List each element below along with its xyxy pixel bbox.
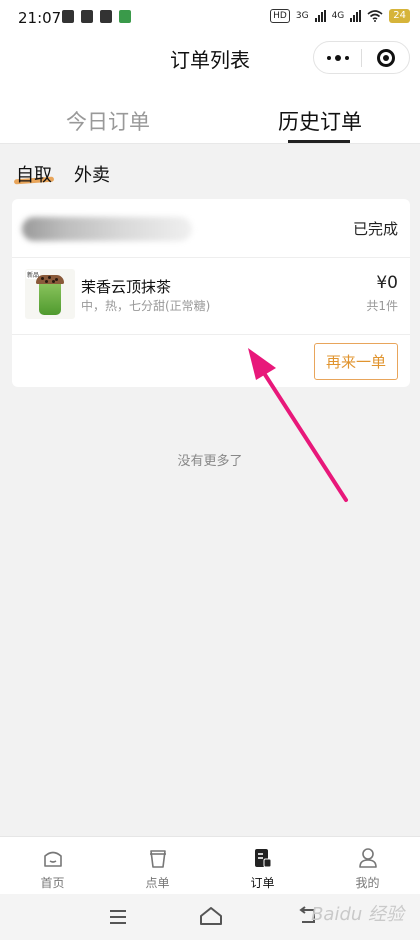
battery-icon: 24 — [389, 9, 410, 23]
signal-icon-2 — [350, 10, 362, 22]
cup-icon — [150, 850, 166, 868]
game-notification-icon — [119, 10, 131, 23]
bottom-tab-bar: 首页 点单 订单 我的 — [0, 836, 420, 894]
message-notification-icon — [100, 10, 112, 23]
product-spec: 中，热，七分甜(正常糖) — [81, 299, 211, 313]
tab-pickup[interactable]: 自取 — [16, 161, 52, 187]
reorder-button[interactable]: 再来一单 — [314, 343, 398, 380]
tab-today-orders[interactable]: 今日订单 — [66, 106, 150, 136]
network-4g-label: 4G — [331, 11, 345, 21]
hd-icon: HD — [270, 9, 290, 23]
no-more-text: 没有更多了 — [177, 454, 243, 469]
lock-notification-icon — [81, 10, 93, 23]
tab-profile[interactable]: 我的 — [315, 837, 420, 895]
home-icon — [44, 851, 62, 867]
cup-topping — [36, 275, 64, 284]
tab-menu-label: 点单 — [145, 876, 170, 890]
mini-program-capsule — [313, 41, 410, 74]
tab-orders[interactable]: 订单 — [210, 837, 315, 895]
user-icon — [359, 848, 377, 868]
system-nav-bar: Baidu 经验 — [0, 894, 420, 940]
notification-icons — [62, 10, 131, 23]
status-bar: 21:07 HD 3G 4G 24 — [0, 0, 420, 36]
product-name: 茉香云顶抹茶 — [81, 278, 172, 296]
more-button[interactable] — [314, 42, 361, 73]
order-card[interactable]: 已完成 新品 茉香云顶抹茶 中，热，七分甜(正常糖) ¥0 共1件 再来一单 — [12, 199, 410, 387]
tab-history-orders[interactable]: 历史订单 — [278, 106, 362, 136]
status-time: 21:07 — [18, 9, 62, 27]
system-status-icons: HD 3G 4G 24 — [270, 9, 410, 23]
network-3g-label: 3G — [295, 11, 309, 21]
tab-home[interactable]: 首页 — [0, 837, 105, 895]
product-price: ¥0 — [376, 273, 398, 293]
tab-profile-label: 我的 — [355, 876, 380, 890]
card-divider — [12, 257, 410, 258]
page-header: 订单列表 — [0, 36, 420, 86]
order-type-tabs: 自取 外卖 — [0, 144, 420, 194]
tab-menu[interactable]: 点单 — [105, 837, 210, 895]
tab-orders-label: 订单 — [250, 876, 275, 890]
order-status: 已完成 — [352, 220, 398, 238]
active-tab-indicator — [288, 140, 350, 143]
home-nav-icon[interactable] — [199, 906, 223, 926]
card-divider-bottom — [12, 334, 410, 335]
signal-icon — [314, 10, 326, 22]
product-image: 新品 — [25, 269, 75, 319]
product-count: 共1件 — [366, 299, 398, 313]
wifi-icon — [367, 10, 383, 22]
close-button[interactable] — [362, 42, 409, 73]
target-close-icon — [376, 48, 395, 67]
order-list-icon — [255, 849, 272, 868]
tab-delivery[interactable]: 外卖 — [74, 161, 110, 187]
tab-home-label: 首页 — [40, 876, 65, 890]
drink-cup-icon — [39, 281, 61, 315]
menu-icon[interactable] — [108, 908, 128, 926]
app-notification-icon — [62, 10, 74, 23]
watermark: Baidu 经验 — [311, 904, 404, 925]
more-dots-icon — [326, 54, 349, 61]
store-name-blurred — [22, 217, 192, 241]
order-tabs: 今日订单 历史订单 — [0, 86, 420, 144]
